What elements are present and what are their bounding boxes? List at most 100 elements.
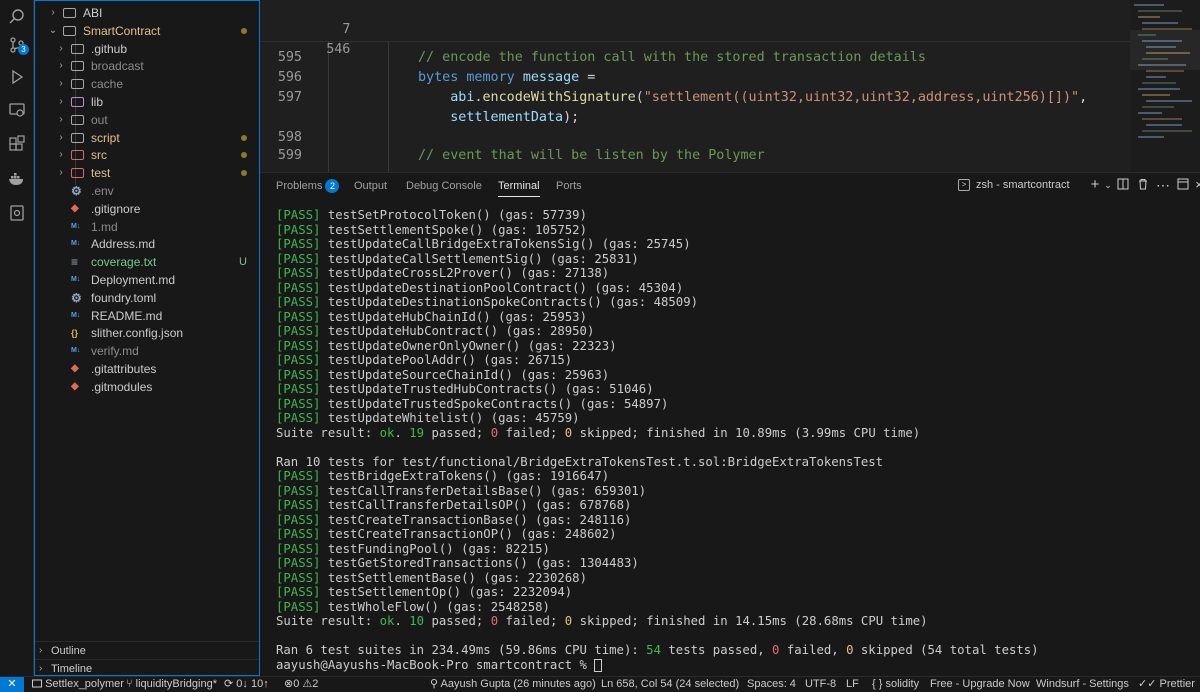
- tree-item[interactable]: M↓ verify.md: [35, 342, 259, 360]
- line-number: 546: [326, 42, 351, 57]
- split-terminal-icon[interactable]: [1116, 178, 1130, 192]
- tab-problems[interactable]: Problems 2: [276, 179, 340, 197]
- tree-item[interactable]: ⚙ .env: [35, 182, 259, 200]
- remote-explorer-icon[interactable]: [8, 101, 26, 119]
- braces-icon: { }: [872, 678, 883, 690]
- branch-item[interactable]: ⑂ liquidityBridging*: [126, 677, 217, 692]
- chevron-right-icon[interactable]: ›: [55, 93, 67, 111]
- minimap[interactable]: [1130, 0, 1200, 172]
- folder-icon: [71, 43, 84, 54]
- chevron-down-icon[interactable]: ⌄: [1101, 178, 1115, 192]
- tab-output[interactable]: Output: [354, 179, 387, 197]
- language-mode[interactable]: { } solidity: [872, 677, 919, 692]
- git-blame-item[interactable]: ⚲ Aayush Gupta (26 minutes ago): [430, 677, 596, 692]
- terminal-name[interactable]: zsh - smartcontract: [976, 179, 1070, 191]
- tree-item[interactable]: ◆ .gitmodules: [35, 378, 259, 396]
- more-actions-icon[interactable]: ⋯: [1156, 178, 1170, 192]
- chevron-right-icon[interactable]: ›: [55, 111, 67, 129]
- outline-label: Outline: [51, 645, 86, 657]
- tree-item[interactable]: › lib: [35, 93, 259, 111]
- tree-item-label: out: [91, 112, 108, 127]
- folder-icon: [63, 25, 76, 36]
- sync-item[interactable]: ⟳ 0↓ 10↑: [224, 677, 269, 692]
- tree-item[interactable]: › script: [35, 129, 259, 147]
- tree-item-label: .env: [91, 184, 114, 198]
- tree-item[interactable]: ⌄ SmartContract: [35, 22, 259, 40]
- indentation[interactable]: Spaces: 4: [747, 677, 796, 692]
- cursor-position[interactable]: Ln 658, Col 54 (24 selected): [601, 677, 739, 692]
- tab-debug-console[interactable]: Debug Console: [406, 179, 482, 197]
- tree-item[interactable]: M↓ Address.md: [35, 235, 259, 253]
- add-terminal-icon[interactable]: +: [1088, 177, 1102, 192]
- accounts-settings-icon[interactable]: [8, 204, 26, 222]
- line-ending[interactable]: LF: [846, 677, 859, 692]
- tab-terminal[interactable]: Terminal: [498, 179, 540, 197]
- timeline-section[interactable]: › Timeline: [35, 659, 259, 675]
- tab-ports[interactable]: Ports: [556, 179, 582, 197]
- sticky-line[interactable]: 546: [260, 20, 350, 57]
- tree-item[interactable]: › ABI: [35, 4, 259, 22]
- prettier-item[interactable]: ✓✓ Prettier: [1138, 677, 1195, 692]
- docker-icon[interactable]: [8, 170, 26, 188]
- code-token: bytes: [418, 70, 459, 85]
- tree-item[interactable]: › out: [35, 111, 259, 129]
- tree-item[interactable]: ◆ .gitattributes: [35, 360, 259, 378]
- tree-item[interactable]: M↓ README.md: [35, 307, 259, 325]
- tree-item[interactable]: M↓ Deployment.md: [35, 271, 259, 289]
- chevron-right-icon[interactable]: ›: [55, 75, 67, 93]
- explorer-panel: › ABI ⌄ SmartContract › .github › broadcast › cac…: [34, 0, 260, 676]
- chevron-right-icon[interactable]: ›: [55, 57, 67, 75]
- tree-item[interactable]: › src: [35, 146, 259, 164]
- upgrade-item[interactable]: Free - Upgrade Now: [930, 677, 1030, 692]
- tree-item[interactable]: {} slither.config.json: [35, 324, 259, 342]
- folder-icon: [71, 132, 84, 143]
- text-file-icon: ≡: [71, 255, 79, 270]
- code-token: =: [579, 70, 596, 85]
- extensions-icon[interactable]: [8, 135, 26, 153]
- code-editor[interactable]: 7 546 595// encode the function call wit…: [260, 0, 1200, 172]
- maximize-panel-icon[interactable]: [1176, 178, 1190, 192]
- tree-item[interactable]: › cache: [35, 75, 259, 93]
- panel-tabs: Problems 2 Output Debug Console Terminal …: [260, 173, 1200, 199]
- project-item[interactable]: Settlex_polymer: [32, 677, 124, 692]
- chevron-right-icon[interactable]: ›: [47, 4, 59, 22]
- encoding[interactable]: UTF-8: [805, 677, 836, 692]
- windsurf-settings[interactable]: Windsurf - Settings: [1036, 677, 1129, 692]
- modified-dot: [241, 22, 247, 40]
- tree-item[interactable]: ◆ .gitignore: [35, 200, 259, 218]
- tree-item[interactable]: › broadcast: [35, 57, 259, 75]
- suite-result-line: Suite result: ok. 19 passed; 0 failed; 0…: [276, 425, 921, 440]
- sticky-line[interactable]: 7: [260, 0, 350, 37]
- run-debug-icon[interactable]: [8, 68, 26, 86]
- test-result-line: [PASS] testSettlementOp() (gas: 2232094): [276, 585, 573, 599]
- person-icon: ⚲: [430, 678, 439, 690]
- tree-item-label: slither.config.json: [91, 326, 184, 341]
- status-bar: ✕ Settlex_polymer ⑂ liquidityBridging* ⟳…: [0, 676, 1200, 692]
- code-token: settlementData: [418, 110, 564, 125]
- tree-item[interactable]: M↓ 1.md: [35, 218, 259, 236]
- chevron-down-icon[interactable]: ⌄: [47, 22, 59, 40]
- trash-icon[interactable]: [1136, 178, 1150, 192]
- tree-item[interactable]: › test: [35, 164, 259, 182]
- chevron-right-icon[interactable]: ›: [55, 146, 67, 164]
- close-panel-icon[interactable]: ×: [1192, 178, 1200, 192]
- test-result-line: [PASS] testSettlementSpoke() (gas: 10575…: [276, 222, 587, 237]
- test-result-line: [PASS] testUpdateTrustedSpokeContracts()…: [276, 396, 669, 411]
- test-result-line: [PASS] testUpdateTrustedHubContracts() (…: [276, 382, 654, 396]
- problems-item[interactable]: ⊗0 ⚠2: [284, 677, 318, 692]
- tree-item[interactable]: ≡ coverage.txt U: [35, 253, 259, 271]
- problems-badge: 2: [325, 179, 340, 193]
- terminal-output[interactable]: [PASS] testSetProtocolToken() (gas: 5773…: [276, 208, 1196, 672]
- remote-indicator[interactable]: ✕: [0, 677, 24, 692]
- timeline-label: Timeline: [51, 663, 93, 675]
- search-icon[interactable]: [8, 8, 26, 26]
- chevron-right-icon[interactable]: ›: [55, 129, 67, 147]
- chevron-right-icon[interactable]: ›: [55, 164, 67, 182]
- outline-section[interactable]: › Outline: [35, 641, 259, 659]
- tree-item[interactable]: ⚙ foundry.toml: [35, 289, 259, 307]
- code-token: "settlement((uint32,uint32,uint32,addres…: [643, 90, 1080, 105]
- chevron-right-icon[interactable]: ›: [55, 40, 67, 58]
- tree-item[interactable]: › .github: [35, 40, 259, 58]
- markdown-icon: M↓: [71, 347, 81, 355]
